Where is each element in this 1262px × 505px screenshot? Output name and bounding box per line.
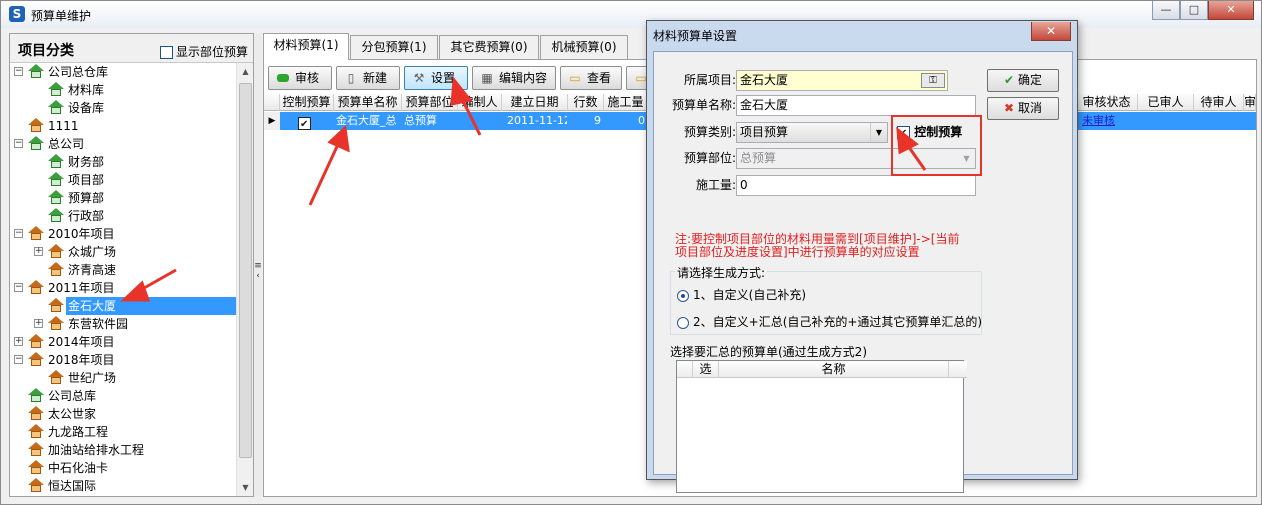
tab-material[interactable]: 材料预算(1)	[263, 33, 349, 60]
annotation-arrows	[120, 76, 927, 302]
arrow-head-1	[327, 124, 350, 153]
arrow-head-4	[896, 126, 919, 155]
arrow-to-checkbox	[308, 139, 342, 206]
arrow-head-2	[120, 280, 151, 302]
arrow-head-3	[450, 76, 473, 106]
